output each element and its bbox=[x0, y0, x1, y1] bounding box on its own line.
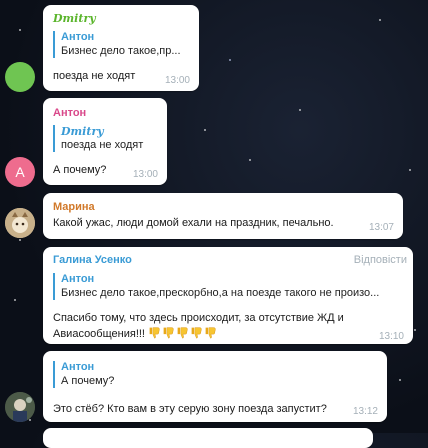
reply-quote[interactable]: Антон Бизнес дело такое,прескорбно,а на … bbox=[53, 273, 411, 300]
reply-quote[interactable]: Dmitry поезда не ходят bbox=[53, 125, 161, 152]
message-bubble-dmitry[interactable]: Dmitry Антон Бизнес дело такое,пр... пое… bbox=[43, 5, 199, 91]
avatar[interactable] bbox=[5, 392, 35, 422]
reply-author: Dmitry bbox=[61, 125, 104, 138]
message-time: 13:00 bbox=[132, 169, 158, 180]
message-text: поезда не ходят bbox=[53, 70, 136, 82]
thumbs-down-icon bbox=[191, 327, 202, 339]
avatar-image bbox=[5, 208, 35, 238]
thumbs-down-icon bbox=[177, 327, 188, 339]
sender-name[interactable]: Марина bbox=[53, 201, 95, 213]
avatar[interactable] bbox=[5, 62, 35, 92]
reply-text: Бизнес дело такое,прескорбно,а на поезде… bbox=[61, 287, 380, 299]
reply-quote[interactable]: Антон Бизнес дело такое,пр... bbox=[53, 31, 196, 58]
message-bubble-partial[interactable] bbox=[43, 428, 373, 448]
sender-name[interactable]: Галина Усенко bbox=[53, 254, 132, 266]
message-bubble-marina[interactable]: Марина Какой ужас, люди домой ехали на п… bbox=[43, 193, 403, 239]
reply-author: Антон bbox=[61, 273, 95, 285]
message-text: Какой ужас, люди домой ехали на праздник… bbox=[53, 217, 334, 229]
avatar-image bbox=[5, 392, 35, 422]
thumbs-down-icon bbox=[205, 327, 216, 339]
reply-button[interactable]: Відповісти bbox=[354, 254, 407, 266]
reply-text: поезда не ходят bbox=[61, 139, 144, 151]
message-text-line: Авиасообщения!!! bbox=[53, 326, 393, 342]
reply-quote[interactable]: Антон А почему? bbox=[53, 361, 261, 388]
reply-text: А почему? bbox=[61, 375, 115, 387]
message-time: 13:10 bbox=[378, 331, 404, 342]
thumbs-down-icon bbox=[163, 327, 174, 339]
message-text: Это стёб? Кто вам в эту серую зону поезд… bbox=[53, 403, 327, 415]
avatar[interactable]: A bbox=[5, 157, 35, 187]
message-time: 13:07 bbox=[368, 222, 394, 233]
reply-author: Антон bbox=[61, 31, 95, 43]
message-time: 13:00 bbox=[164, 75, 190, 86]
reply-text: Бизнес дело такое,пр... bbox=[61, 45, 181, 57]
avatar-initial: A bbox=[15, 164, 25, 180]
message-bubble-anton[interactable]: Антон Dmitry поезда не ходят А почему? 1… bbox=[43, 98, 167, 185]
reply-author: Антон bbox=[61, 361, 95, 373]
message-time: 13:12 bbox=[352, 406, 378, 417]
message-text-line-2: Авиасообщения!!! bbox=[53, 328, 145, 340]
sender-name[interactable]: Антон bbox=[53, 107, 86, 119]
message-text: А почему? bbox=[53, 164, 107, 176]
message-text: Спасибо тому, что здесь происходит, за о… bbox=[53, 311, 393, 342]
sender-name[interactable]: Dmitry bbox=[53, 12, 96, 25]
message-bubble-reply[interactable]: Антон А почему? Это стёб? Кто вам в эту … bbox=[43, 351, 387, 422]
avatar[interactable] bbox=[5, 208, 35, 238]
message-text-line: Спасибо тому, что здесь происходит, за о… bbox=[53, 312, 344, 324]
thumbs-down-icon bbox=[149, 327, 160, 339]
emoji-row bbox=[148, 327, 218, 340]
message-bubble-galina[interactable]: Галина Усенко Відповісти Антон Бизнес де… bbox=[43, 247, 413, 344]
